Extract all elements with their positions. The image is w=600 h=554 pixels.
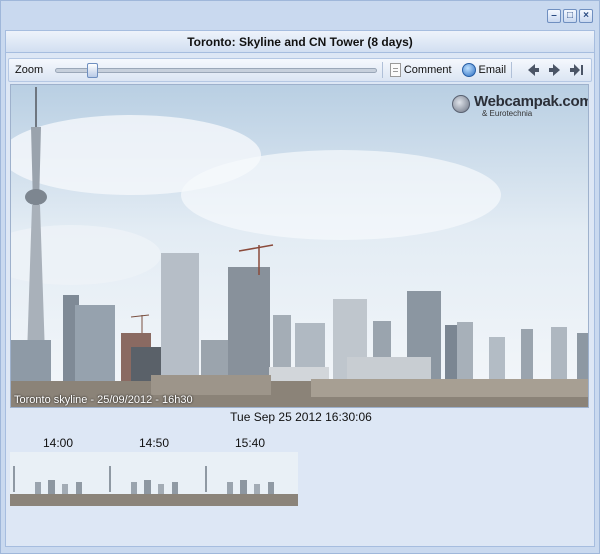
skyline-photo xyxy=(11,85,588,407)
image-timestamp: Tue Sep 25 2012 16:30:06 xyxy=(230,410,372,424)
thumbnail-time: 15:40 xyxy=(234,436,266,450)
zoom-slider[interactable] xyxy=(55,62,377,78)
webcampak-logo: Webcampak.com & Eurotechnia xyxy=(452,91,588,121)
minimize-icon[interactable]: – xyxy=(547,9,561,23)
navigation-arrows xyxy=(525,62,585,78)
last-arrow-icon[interactable] xyxy=(569,62,585,78)
thumbnail-time: 14:50 xyxy=(138,436,170,450)
viewer-panel: Toronto: Skyline and CN Tower (8 days) Z… xyxy=(5,30,595,547)
thumbnail-item[interactable]: 14:00 xyxy=(10,436,106,506)
toolbar-separator xyxy=(511,62,512,78)
zoom-label: Zoom xyxy=(15,64,44,76)
thumbnail-image[interactable] xyxy=(202,452,298,506)
thumbnail-item[interactable]: 14:50 xyxy=(106,436,202,506)
email-button[interactable]: Email xyxy=(461,63,507,77)
email-label: Email xyxy=(478,64,507,76)
comment-button[interactable]: Comment xyxy=(389,63,452,77)
app-window: – □ × Toronto: Skyline and CN Tower (8 d… xyxy=(0,0,600,554)
thumbnail-time: 14:00 xyxy=(42,436,74,450)
comment-icon xyxy=(389,63,401,77)
webcam-image[interactable]: Webcampak.com & Eurotechnia Toronto skyl… xyxy=(10,84,589,408)
image-caption: Toronto skyline - 25/09/2012 - 16h30 xyxy=(14,394,193,406)
previous-arrow-icon[interactable] xyxy=(525,62,541,78)
window-controls: – □ × xyxy=(547,9,593,23)
toolbar: Zoom Comment Email xyxy=(8,58,592,82)
logo-subtitle: & Eurotechnia xyxy=(482,109,533,118)
comment-label: Comment xyxy=(403,64,452,76)
maximize-icon[interactable]: □ xyxy=(563,9,577,23)
panel-title: Toronto: Skyline and CN Tower (8 days) xyxy=(6,31,594,53)
zoom-slider-thumb[interactable] xyxy=(87,62,99,78)
close-icon[interactable]: × xyxy=(579,9,593,23)
next-arrow-icon[interactable] xyxy=(547,62,563,78)
thumbnail-strip: 14:00 14:50 15:40 xyxy=(10,436,298,506)
webcampak-logo-icon xyxy=(452,95,470,113)
email-icon xyxy=(461,63,476,77)
logo-title: Webcampak.com xyxy=(474,93,589,110)
thumbnail-image[interactable] xyxy=(10,452,106,506)
thumbnail-item[interactable]: 15:40 xyxy=(202,436,298,506)
toolbar-separator xyxy=(381,62,383,78)
thumbnail-image[interactable] xyxy=(106,452,202,506)
